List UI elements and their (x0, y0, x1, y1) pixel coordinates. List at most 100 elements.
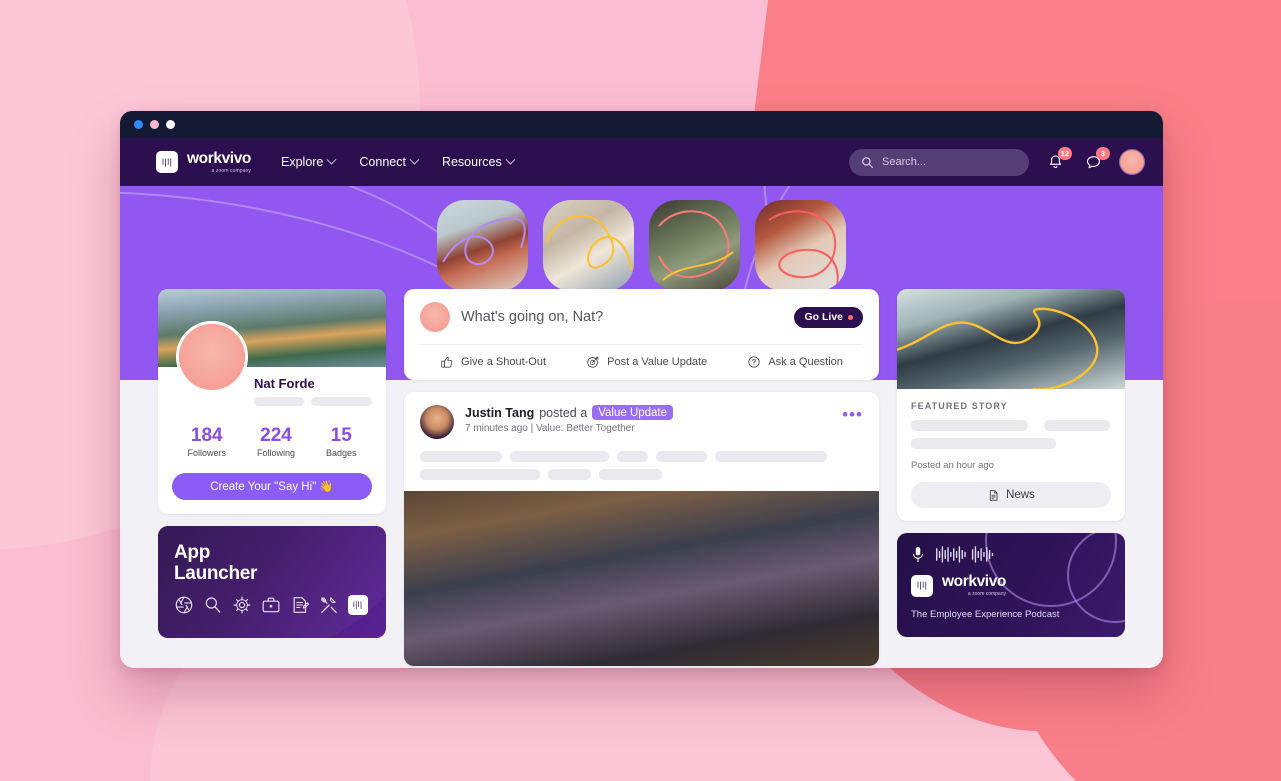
post-options-button[interactable]: ••• (842, 405, 863, 423)
tools-icon[interactable] (319, 595, 339, 615)
briefcase-icon[interactable] (261, 595, 281, 615)
skeleton-line (1044, 420, 1110, 431)
gear-icon[interactable] (232, 595, 252, 615)
post-action-text: posted a (539, 405, 588, 420)
post-author-name[interactable]: Justin Tang (465, 406, 534, 420)
stat-following[interactable]: 224 Following (257, 426, 295, 458)
stat-badges-value: 15 (330, 425, 352, 446)
podcast-brand-name: workvivo (942, 573, 1006, 590)
messages-button[interactable]: 3 (1081, 147, 1110, 174)
post-author-avatar-image (420, 405, 454, 439)
profile-card: Nat Forde 184 Followers 224 Following 15… (158, 289, 386, 514)
composer-avatar[interactable] (420, 302, 450, 332)
notifications-badge: 12 (1057, 147, 1072, 160)
live-indicator-icon (848, 314, 853, 320)
stat-followers-label: Followers (187, 447, 226, 458)
news-button[interactable]: News (911, 482, 1111, 508)
ask-question-button[interactable]: Ask a Question (747, 355, 843, 369)
ask-question-label: Ask a Question (768, 356, 843, 368)
brand-name: workvivo (187, 149, 251, 167)
composer-actions: Give a Shout-Out Post a Value Update Ask… (420, 344, 863, 380)
workvivo-logo-icon (911, 574, 933, 597)
nav-item-resources[interactable]: Resources (441, 154, 516, 169)
post-image[interactable] (404, 491, 879, 666)
featured-story-image[interactable] (897, 289, 1125, 391)
podcast-title: The Employee Experience Podcast (911, 609, 1060, 620)
right-sidebar: FEATURED STORY Posted an hour ago News w… (897, 289, 1125, 666)
podcast-card[interactable]: workvivo a zoom company The Employee Exp… (897, 533, 1125, 637)
squiggle-overlay-icon (546, 214, 632, 271)
stat-followers[interactable]: 184 Followers (187, 426, 226, 458)
search-placeholder: Search... (882, 156, 927, 168)
skeleton-line (715, 451, 827, 462)
post-author-avatar[interactable] (420, 405, 454, 439)
window-control-maximize-icon[interactable] (166, 120, 175, 129)
squiggle-overlay-icon (897, 307, 1099, 391)
brand-tagline: a zoom company (211, 167, 251, 174)
aperture-icon[interactable] (174, 595, 194, 615)
give-shout-out-button[interactable]: Give a Shout-Out (440, 355, 546, 369)
person-tile-3[interactable] (649, 200, 740, 291)
profile-avatar[interactable] (176, 321, 248, 393)
person-tile-4[interactable] (755, 200, 846, 291)
user-avatar-image (1120, 150, 1144, 174)
post-value-update-label: Post a Value Update (607, 356, 708, 368)
main-feed: What's going on, Nat? Go Live Give a Sho… (404, 289, 879, 666)
podcast-waveform (911, 546, 1111, 563)
featured-story-label: FEATURED STORY (911, 401, 1008, 411)
person-tile-2[interactable] (543, 200, 634, 291)
featured-story-card: FEATURED STORY Posted an hour ago News (897, 289, 1125, 521)
app-navbar: workvivo a zoom company Explore Connect … (120, 138, 1163, 186)
create-say-hi-button[interactable]: Create Your "Say Hi" 👋 (172, 472, 372, 500)
post-meta-text: 7 minutes ago | Value: Better Together (465, 423, 635, 434)
user-avatar[interactable] (1119, 149, 1145, 175)
post-type-tag[interactable]: Value Update (592, 405, 674, 420)
chevron-down-icon (409, 154, 420, 165)
profile-avatar-image (179, 324, 245, 390)
featured-story-placeholders (911, 420, 1111, 449)
nav-item-connect[interactable]: Connect (359, 154, 420, 169)
app-launcher-title-line2: Launcher (174, 563, 258, 585)
nav-item-explore[interactable]: Explore (281, 154, 337, 169)
window-control-minimize-icon[interactable] (150, 120, 159, 129)
nav-links: Explore Connect Resources (281, 154, 516, 169)
post-composer-card: What's going on, Nat? Go Live Give a Sho… (404, 289, 879, 380)
post-value-update-button[interactable]: Post a Value Update (586, 355, 707, 369)
nav-item-connect-label: Connect (359, 155, 406, 169)
podcast-brand-tagline: a zoom company (967, 591, 1006, 597)
window-titlebar (120, 111, 1163, 138)
skeleton-line (420, 469, 540, 480)
stat-badges-label: Badges (325, 447, 357, 458)
stat-following-value: 224 (260, 425, 292, 446)
stat-badges[interactable]: 15 Badges (326, 426, 357, 458)
document-edit-icon[interactable] (290, 595, 310, 615)
skeleton-line (310, 397, 372, 406)
workvivo-logo-icon[interactable] (348, 595, 368, 616)
composer-input[interactable]: What's going on, Nat? (461, 309, 783, 325)
messages-badge: 3 (1096, 147, 1110, 160)
notifications-button[interactable]: 12 (1043, 147, 1072, 174)
left-sidebar: Nat Forde 184 Followers 224 Following 15… (158, 289, 386, 666)
search-input[interactable]: Search... (849, 148, 1029, 176)
skeleton-line (911, 420, 1028, 431)
stat-followers-value: 184 (190, 425, 223, 446)
skeleton-line (911, 438, 1056, 449)
give-shout-out-label: Give a Shout-Out (461, 356, 547, 368)
person-tile-1[interactable] (437, 200, 528, 291)
nav-item-resources-label: Resources (441, 155, 502, 169)
chevron-down-icon (326, 154, 337, 165)
skeleton-line (656, 451, 707, 462)
go-live-label: Go Live (804, 311, 843, 323)
go-live-button[interactable]: Go Live (794, 306, 863, 328)
app-launcher-title: App Launcher (174, 542, 370, 585)
brand-logo[interactable]: workvivo a zoom company (156, 149, 251, 174)
app-launcher-title-line1: App (174, 541, 211, 563)
window-control-close-icon[interactable] (134, 120, 143, 129)
app-launcher-card[interactable]: App Launcher (158, 525, 386, 638)
document-icon (989, 489, 998, 501)
news-button-label: News (1006, 489, 1035, 501)
skeleton-line (599, 469, 662, 480)
post-header: Justin Tang posted a Value Update 7 minu… (404, 392, 879, 439)
magnifier-icon[interactable] (203, 595, 223, 615)
skeleton-line (254, 397, 304, 406)
